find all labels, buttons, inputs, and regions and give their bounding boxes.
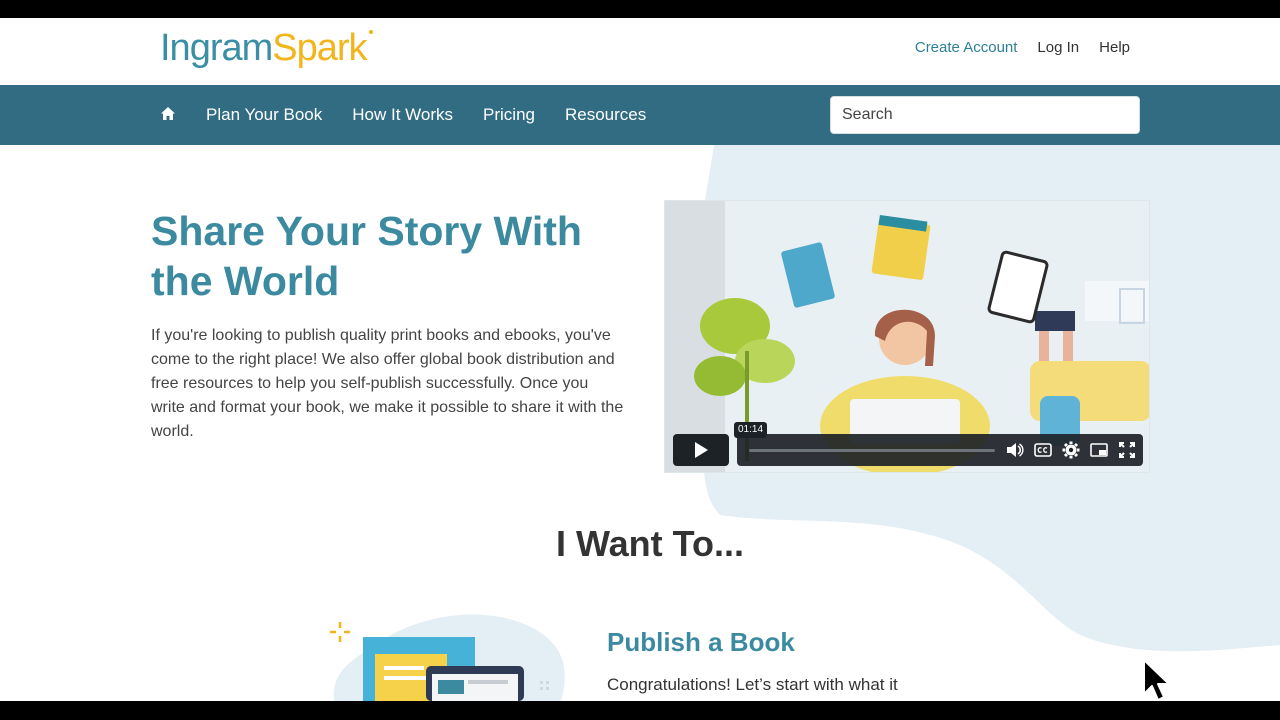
video-play-button[interactable]: [673, 434, 729, 466]
main-nav: Plan Your Book How It Works Pricing Reso…: [0, 85, 1280, 145]
letterbox-top: [0, 0, 1280, 18]
logo-text-ingram: Ingram: [160, 27, 273, 69]
volume-icon[interactable]: [1005, 440, 1025, 460]
ingramspark-logo[interactable]: IngramSpark: [160, 24, 373, 72]
video-control-icons: [1005, 440, 1137, 460]
publish-a-book-title[interactable]: Publish a Book: [607, 627, 795, 658]
help-link[interactable]: Help: [1099, 39, 1130, 56]
nav-item-pricing[interactable]: Pricing: [483, 105, 535, 125]
fullscreen-icon[interactable]: [1117, 440, 1137, 460]
hero-description: If you're looking to publish quality pri…: [151, 327, 624, 440]
mouse-cursor-icon: [1143, 659, 1170, 701]
nav-item-how-it-works[interactable]: How It Works: [352, 105, 453, 125]
nav-item-plan-your-book[interactable]: Plan Your Book: [206, 105, 322, 125]
publish-book-illustration: [330, 614, 565, 701]
log-in-link[interactable]: Log In: [1037, 39, 1079, 56]
header-links: Create Account Log In Help: [915, 39, 1130, 56]
top-header: IngramSpark Create Account Log In Help: [0, 18, 1280, 85]
nav-item-resources[interactable]: Resources: [565, 105, 646, 125]
play-icon: [695, 442, 708, 458]
letterbox-bottom: [0, 701, 1280, 720]
publish-a-book-text: Congratulations! Let’s start with what i…: [607, 675, 898, 694]
hero-title: Share Your Story With the World: [151, 208, 582, 304]
search-input[interactable]: Search: [830, 96, 1140, 134]
picture-in-picture-icon[interactable]: [1089, 440, 1109, 460]
create-account-link[interactable]: Create Account: [915, 39, 1018, 56]
logo-text-spark: Spark: [272, 27, 367, 69]
home-icon[interactable]: [160, 106, 176, 122]
nav-items: Plan Your Book How It Works Pricing Reso…: [206, 105, 646, 125]
page: IngramSpark Create Account Log In Help P…: [0, 18, 1280, 701]
logo-spark-dot: [368, 30, 373, 34]
video-player[interactable]: 01:14: [664, 200, 1150, 473]
settings-gear-icon[interactable]: [1061, 440, 1081, 460]
section-title: I Want To...: [556, 523, 744, 564]
closed-captions-icon[interactable]: [1033, 440, 1053, 460]
video-progress-bar[interactable]: [749, 449, 995, 452]
video-controls: [737, 434, 1143, 466]
